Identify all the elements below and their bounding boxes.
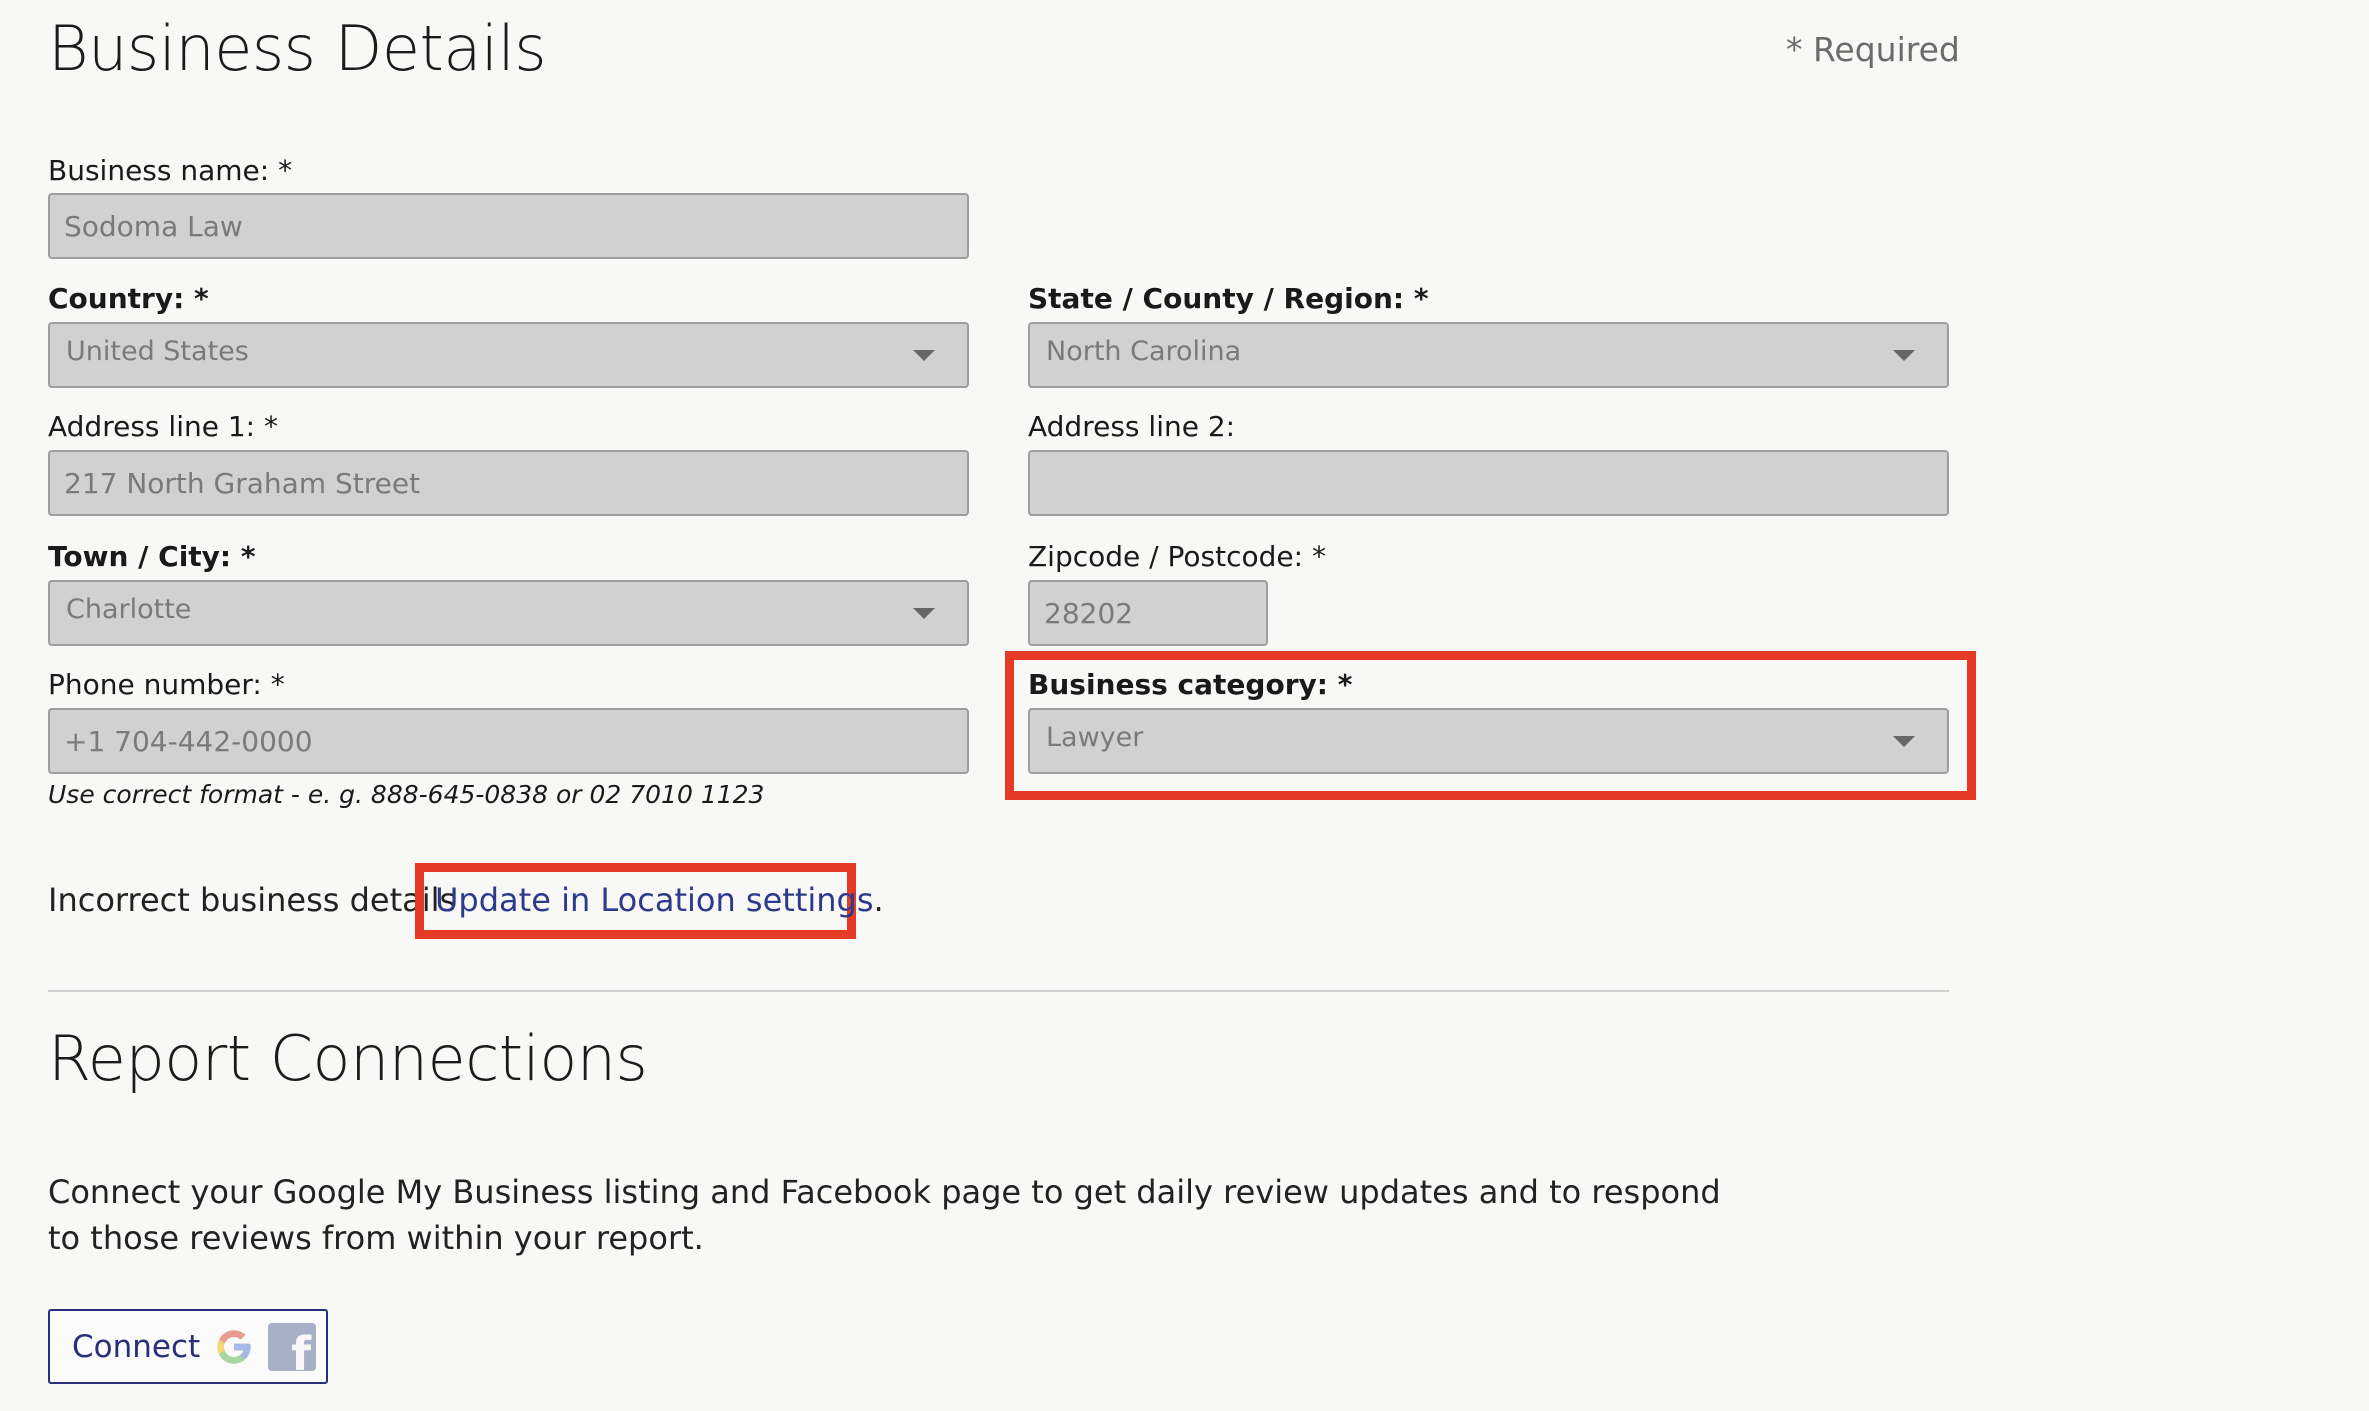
city-label: Town / City: * xyxy=(48,540,256,573)
page: Business Details * Required Business nam… xyxy=(0,0,2369,1411)
chevron-down-icon xyxy=(1893,735,1915,747)
update-location-settings-link[interactable]: Update in Location settings xyxy=(435,881,874,919)
zipcode-value: 28202 xyxy=(1044,596,1134,630)
required-note: * Required xyxy=(1786,30,1960,69)
address1-label: Address line 1: * xyxy=(48,410,278,443)
chevron-down-icon xyxy=(913,607,935,619)
report-connections-title: Report Connections xyxy=(48,1022,648,1095)
phone-input[interactable]: +1 704-442-0000 xyxy=(48,708,969,774)
phone-label: Phone number: * xyxy=(48,668,285,701)
chevron-down-icon xyxy=(913,349,935,361)
category-select[interactable]: Lawyer xyxy=(1028,708,1949,774)
address1-input[interactable]: 217 North Graham Street xyxy=(48,450,969,516)
address2-label: Address line 2: xyxy=(1028,410,1236,443)
address1-value: 217 North Graham Street xyxy=(64,466,421,500)
business-name-value: Sodoma Law xyxy=(64,209,243,243)
business-name-input[interactable]: Sodoma Law xyxy=(48,193,969,259)
country-select[interactable]: United States xyxy=(48,322,969,388)
country-label: Country: * xyxy=(48,282,209,315)
page-title: Business Details xyxy=(48,12,547,85)
state-select[interactable]: North Carolina xyxy=(1028,322,1949,388)
zipcode-label: Zipcode / Postcode: * xyxy=(1028,540,1326,573)
category-label: Business category: * xyxy=(1028,668,1353,701)
connect-button-label: Connect xyxy=(72,1328,201,1365)
zipcode-input[interactable]: 28202 xyxy=(1028,580,1268,646)
city-select[interactable]: Charlotte xyxy=(48,580,969,646)
update-link-period: . xyxy=(873,881,884,919)
address2-input[interactable] xyxy=(1028,450,1949,516)
incorrect-details-text: Incorrect business details xyxy=(48,881,457,919)
report-connections-description: Connect your Google My Business listing … xyxy=(48,1173,1721,1257)
google-icon xyxy=(217,1329,251,1364)
facebook-icon: f xyxy=(268,1322,317,1371)
city-value: Charlotte xyxy=(66,593,192,625)
phone-value: +1 704-442-0000 xyxy=(64,724,313,758)
state-label: State / County / Region: * xyxy=(1028,282,1429,315)
phone-format-hint: Use correct format - e. g. 888-645-0838 … xyxy=(48,780,765,809)
category-value: Lawyer xyxy=(1046,721,1144,753)
chevron-down-icon xyxy=(1893,349,1915,361)
business-name-label: Business name: * xyxy=(48,154,293,187)
section-divider xyxy=(48,990,1949,992)
state-value: North Carolina xyxy=(1046,335,1242,367)
country-value: United States xyxy=(66,335,249,367)
update-link-wrapper: Update in Location settings. xyxy=(435,877,884,929)
connect-button[interactable]: Connect f xyxy=(48,1309,328,1384)
